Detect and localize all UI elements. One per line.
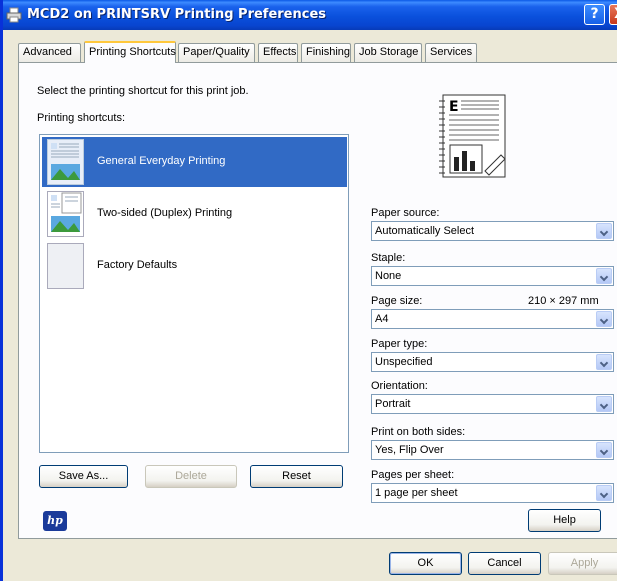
help-button[interactable]: Help: [528, 509, 601, 532]
paper-type-select[interactable]: Unspecified: [371, 352, 614, 372]
blank-page-icon: [47, 243, 84, 289]
instruction-text: Select the printing shortcut for this pr…: [37, 85, 249, 97]
orientation-select[interactable]: Portrait: [371, 394, 614, 414]
tab-panel: Select the printing shortcut for this pr…: [18, 62, 617, 539]
tab-services[interactable]: Services: [425, 43, 477, 62]
paper-source-value: Automatically Select: [375, 225, 475, 237]
chevron-down-icon[interactable]: [596, 268, 612, 284]
chevron-down-icon[interactable]: [596, 442, 612, 458]
orientation-value: Portrait: [375, 398, 411, 410]
page-size-select[interactable]: A4: [371, 309, 614, 329]
tab-finishing[interactable]: Finishing: [301, 43, 351, 62]
save-as-button[interactable]: Save As...: [39, 465, 128, 488]
paper-source-label: Paper source:: [371, 207, 440, 219]
window-title: MCD2 on PRINTSRV Printing Preferences: [27, 7, 327, 22]
cancel-button[interactable]: Cancel: [468, 552, 541, 575]
tab-job-storage[interactable]: Job Storage: [354, 43, 422, 62]
page-size-dimensions: 210 × 297 mm: [528, 295, 599, 307]
shortcut-label: Factory Defaults: [97, 259, 178, 271]
print-both-sides-label: Print on both sides:: [371, 426, 466, 438]
staple-select[interactable]: None: [371, 266, 614, 286]
tab-paper-quality[interactable]: Paper/Quality: [178, 43, 255, 62]
printer-icon: [6, 7, 22, 23]
orientation-label: Orientation:: [371, 380, 428, 392]
chevron-down-icon[interactable]: [596, 311, 612, 327]
staple-value: None: [375, 270, 402, 282]
svg-text:E: E: [449, 99, 459, 115]
apply-button[interactable]: Apply: [548, 552, 617, 575]
paper-type-label: Paper type:: [371, 338, 428, 350]
shortcuts-list-label: Printing shortcuts:: [37, 112, 126, 124]
print-both-sides-select[interactable]: Yes, Flip Over: [371, 440, 614, 460]
shortcut-label: Two-sided (Duplex) Printing: [97, 207, 233, 219]
pages-per-sheet-select[interactable]: 1 page per sheet: [371, 483, 614, 503]
title-bar[interactable]: MCD2 on PRINTSRV Printing Preferences ? …: [3, 0, 617, 30]
print-both-sides-value: Yes, Flip Over: [375, 444, 444, 456]
tab-effects[interactable]: Effects: [258, 43, 298, 62]
document-image-icon: [47, 139, 84, 185]
tab-advanced[interactable]: Advanced: [18, 43, 81, 62]
shortcut-two-sided[interactable]: Two-sided (Duplex) Printing: [42, 189, 347, 239]
ok-button[interactable]: OK: [389, 552, 462, 575]
delete-button[interactable]: Delete: [145, 465, 237, 488]
chevron-down-icon[interactable]: [596, 485, 612, 501]
hp-logo: hp: [43, 511, 67, 531]
chevron-down-icon[interactable]: [596, 223, 612, 239]
page-preview-icon: E: [439, 94, 506, 178]
page-size-label: Page size:: [371, 295, 423, 307]
help-title-button[interactable]: ?: [584, 4, 605, 25]
paper-type-value: Unspecified: [375, 356, 433, 368]
shortcuts-list[interactable]: General Everyday Printing Two-sided (Dup…: [39, 134, 349, 453]
shortcut-factory-defaults[interactable]: Factory Defaults: [42, 241, 347, 291]
reset-button[interactable]: Reset: [250, 465, 343, 488]
page-size-value: A4: [375, 313, 389, 325]
chevron-down-icon[interactable]: [596, 396, 612, 412]
tab-printing-shortcuts[interactable]: Printing Shortcuts: [84, 41, 176, 63]
close-button[interactable]: X: [609, 4, 617, 25]
chevron-down-icon[interactable]: [596, 354, 612, 370]
duplex-document-icon: [47, 191, 84, 237]
pages-per-sheet-label: Pages per sheet:: [371, 469, 455, 481]
shortcut-label: General Everyday Printing: [97, 155, 226, 167]
pages-per-sheet-value: 1 page per sheet: [375, 487, 458, 499]
paper-source-select[interactable]: Automatically Select: [371, 221, 614, 241]
printing-preferences-dialog: MCD2 on PRINTSRV Printing Preferences ? …: [0, 0, 617, 581]
staple-label: Staple:: [371, 252, 406, 264]
shortcut-general-everyday[interactable]: General Everyday Printing: [42, 137, 347, 187]
